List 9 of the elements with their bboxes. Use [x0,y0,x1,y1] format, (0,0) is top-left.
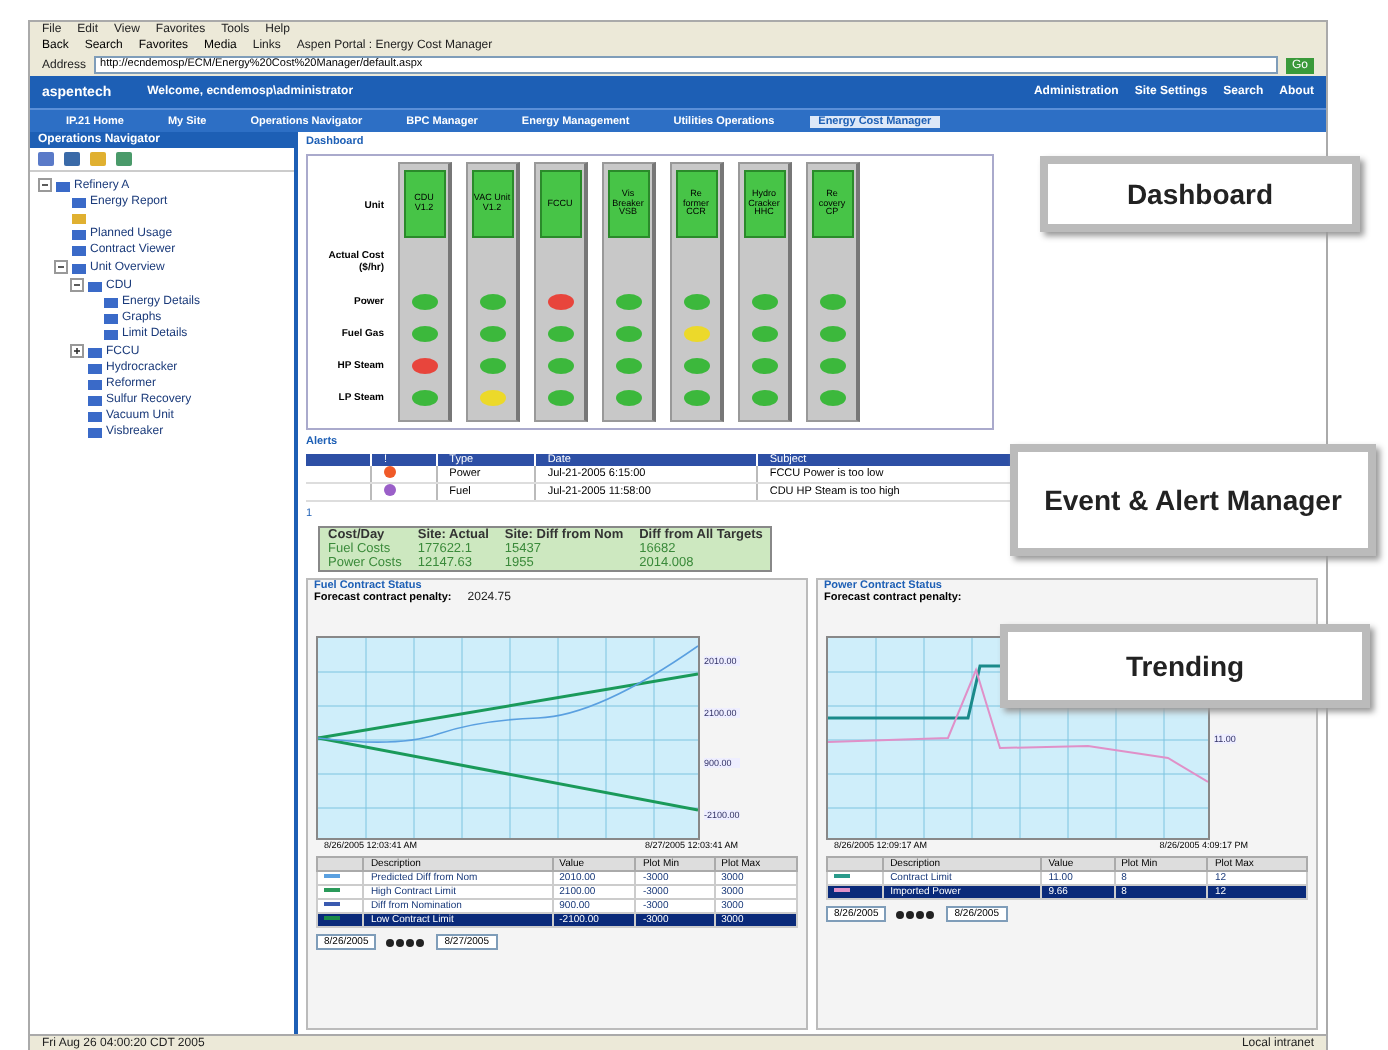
playback-controls-icon[interactable] [384,937,429,947]
collapse-icon[interactable] [70,278,84,292]
callout-label: Trending [1000,624,1370,708]
playback-controls-icon[interactable] [894,909,939,919]
expand-icon[interactable] [70,344,84,358]
callout-label: Event & Alert Manager [1010,444,1376,556]
collapse-icon[interactable] [54,260,68,274]
collapse-icon[interactable] [38,178,52,192]
callout-label: Dashboard [1040,156,1360,232]
